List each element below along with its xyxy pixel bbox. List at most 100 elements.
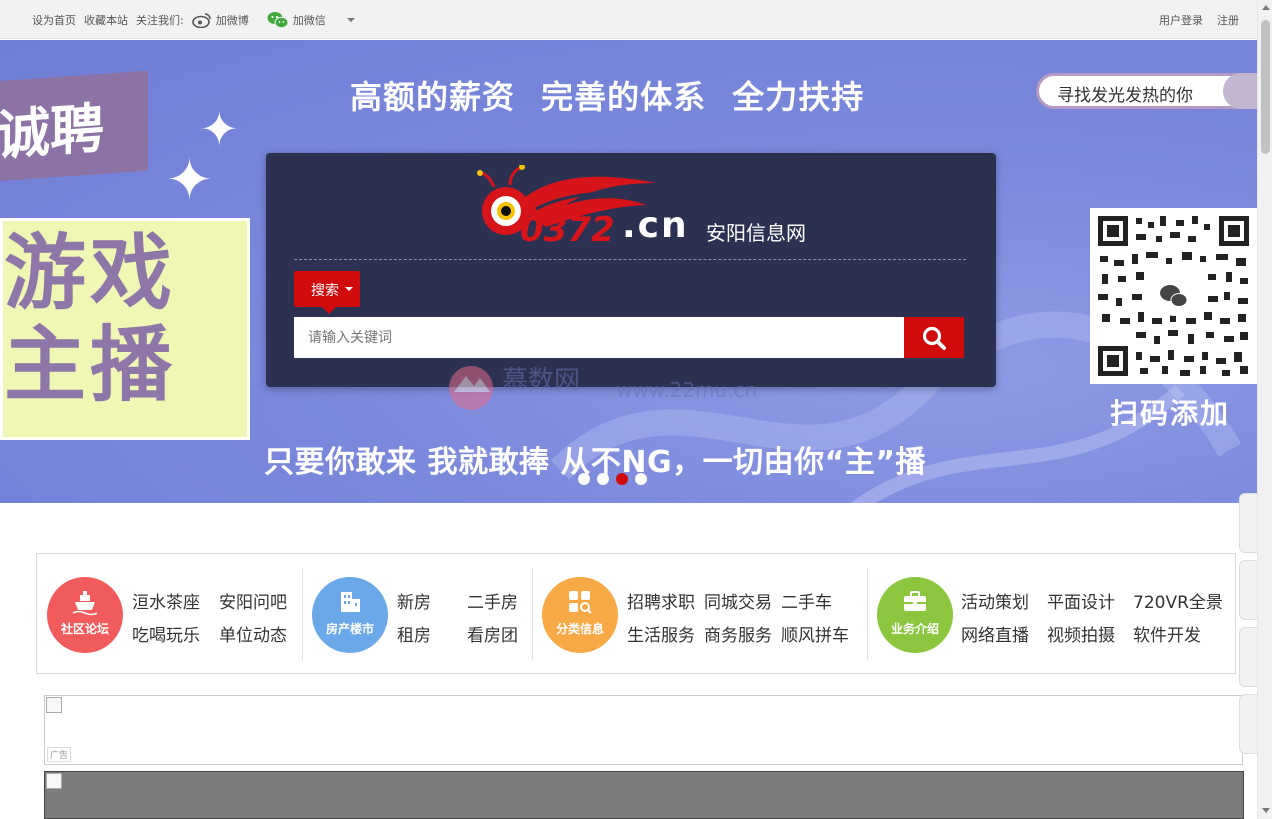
logo-divider (294, 259, 966, 260)
nav-link[interactable]: 二手房 (467, 588, 537, 613)
recruit-title: 诚聘 (0, 70, 148, 182)
business-badge-label: 业务介绍 (890, 622, 939, 636)
search-icon (922, 326, 946, 350)
search-button[interactable] (904, 317, 964, 358)
business-badge[interactable]: 业务介绍 (877, 577, 953, 653)
wechat-icon (267, 12, 289, 29)
ad-banner-dark[interactable] (44, 771, 1244, 819)
broken-image-icon (46, 773, 62, 789)
nav-group-housing: 房产楼市 新房 二手房 租房 看房团 (303, 554, 533, 673)
nav-link[interactable]: 租房 (397, 621, 467, 646)
nav-link[interactable]: 安阳问吧 (219, 588, 299, 613)
category-nav: 社区论坛 洹水茶座 安阳问吧 吃喝玩乐 单位动态 房产楼市 新房 二手房 租房 … (36, 553, 1236, 674)
side-tool-follow[interactable] (1239, 627, 1257, 687)
side-tool-app[interactable] (1239, 560, 1257, 620)
host-word: 主播 (4, 318, 177, 413)
ad-banner[interactable]: 广告 (44, 695, 1243, 765)
caret-down-icon (345, 287, 353, 291)
slogan-top: 高额的薪资 完善的体系 全力扶持 (350, 78, 865, 116)
qr-code (1090, 208, 1257, 384)
set-home-link[interactable]: 设为首页 (32, 12, 76, 28)
housing-badge[interactable]: 房产楼市 (312, 577, 388, 653)
sparkle-icon: ✦ (166, 148, 213, 213)
forum-badge-label: 社区论坛 (60, 622, 109, 636)
top-bar-left: 设为首页 收藏本站 关注我们: 加微博 加微信 (32, 11, 370, 29)
nav-link[interactable]: 新房 (397, 588, 467, 613)
nav-link[interactable]: 招聘求职 (627, 588, 704, 613)
carousel-dot[interactable] (635, 473, 647, 485)
business-links: 活动策划 平面设计 720VR全景 网络直播 视频拍摄 软件开发 (961, 588, 1233, 646)
join-pill: 寻找发光发热的你 (1036, 73, 1257, 109)
carousel-dot[interactable] (578, 473, 590, 485)
join-pill-tail (1223, 73, 1257, 109)
nav-link[interactable]: 软件开发 (1133, 621, 1233, 646)
ad-tag: 广告 (47, 747, 72, 762)
hero-banner[interactable]: 诚聘 游戏 主播 ✦ ✦ 高额的薪资 完善的体系 全力扶持 寻找发光发热的你 扫… (0, 40, 1257, 503)
nav-link[interactable]: 720VR全景 (1133, 588, 1233, 613)
briefcase-icon (904, 591, 926, 611)
nav-link[interactable]: 视频拍摄 (1047, 621, 1133, 646)
nav-link[interactable]: 平面设计 (1047, 588, 1133, 613)
side-tool-customer-service[interactable] (1239, 493, 1257, 553)
nav-group-business: 业务介绍 活动策划 平面设计 720VR全景 网络直播 视频拍摄 软件开发 (868, 554, 1235, 673)
page-scrollbar[interactable] (1257, 0, 1272, 819)
wechat-label: 加微信 (292, 14, 326, 27)
building-icon (341, 592, 360, 612)
join-pill-text: 寻找发光发热的你 (1057, 86, 1193, 106)
nav-link[interactable]: 二手车 (781, 588, 858, 613)
scroll-thumb[interactable] (1261, 20, 1270, 154)
dropdown-notch (322, 307, 336, 314)
forum-badge[interactable]: 社区论坛 (47, 577, 123, 653)
nav-link[interactable]: 商务服务 (704, 621, 781, 646)
qr-code-image (1096, 214, 1251, 378)
top-bar: 设为首页 收藏本站 关注我们: 加微博 加微信 用户登录 注册 (0, 0, 1257, 39)
bookmark-link[interactable]: 收藏本站 (84, 12, 128, 28)
watermark: 慕数网 www.22mu.cn (444, 360, 774, 420)
search-type-dropdown[interactable]: 搜索 (294, 271, 360, 314)
scan-to-add-text: 扫码添加 (1110, 397, 1231, 430)
game-host-text: 游戏 主播 (4, 228, 176, 412)
weibo-link[interactable]: 加微博 (191, 12, 257, 28)
forum-links: 洹水茶座 安阳问吧 吃喝玩乐 单位动态 (132, 588, 299, 646)
login-link[interactable]: 用户登录 (1159, 12, 1203, 28)
page-root: 设为首页 收藏本站 关注我们: 加微博 加微信 用户登录 注册 诚聘 游戏 主播… (0, 0, 1272, 819)
svg-text:0372: 0372 (520, 210, 615, 249)
nav-link[interactable]: 网络直播 (961, 621, 1047, 646)
scroll-down-icon[interactable] (1262, 808, 1270, 813)
weibo-icon (191, 13, 211, 28)
chevron-down-icon[interactable] (346, 17, 356, 23)
nav-link[interactable]: 洹水茶座 (132, 588, 219, 613)
wechat-link[interactable]: 加微信 (267, 11, 360, 29)
scroll-up-icon[interactable] (1262, 5, 1270, 10)
follow-us-label: 关注我们: (136, 14, 184, 27)
classified-links: 招聘求职 同城交易 二手车 生活服务 商务服务 顺风拼车 (627, 588, 858, 646)
housing-links: 新房 二手房 租房 看房团 (397, 588, 537, 646)
carousel-dot[interactable] (597, 473, 609, 485)
site-logo[interactable]: 0372 .cn 安阳信息网 (476, 165, 836, 249)
nav-link[interactable]: 生活服务 (627, 621, 704, 646)
nav-group-forum: 社区论坛 洹水茶座 安阳问吧 吃喝玩乐 单位动态 (37, 554, 303, 673)
nav-group-classified: 分类信息 招聘求职 同城交易 二手车 生活服务 商务服务 顺风拼车 (533, 554, 868, 673)
grid-search-icon (569, 591, 592, 614)
watermark-name: 慕数网 (502, 366, 581, 396)
top-bar-right: 用户登录 注册 (1145, 12, 1239, 28)
side-tool-back-top[interactable] (1239, 694, 1257, 754)
nav-link[interactable]: 吃喝玩乐 (132, 621, 219, 646)
weibo-label: 加微博 (215, 14, 249, 27)
classified-badge[interactable]: 分类信息 (542, 577, 618, 653)
housing-badge-label: 房产楼市 (325, 622, 374, 636)
search-type-label: 搜索 (311, 283, 339, 299)
carousel-dots (578, 473, 654, 485)
broken-image-icon (46, 697, 62, 713)
register-link[interactable]: 注册 (1217, 12, 1239, 28)
watermark-url: www.22mu.cn (616, 378, 758, 402)
search-input[interactable] (294, 317, 904, 358)
recruit-art: 诚聘 游戏 主播 ✦ ✦ (0, 40, 260, 503)
nav-link[interactable]: 活动策划 (961, 588, 1047, 613)
nav-link[interactable]: 同城交易 (704, 588, 781, 613)
watermark-logo-icon (449, 366, 493, 410)
nav-link[interactable]: 看房团 (467, 621, 537, 646)
nav-link[interactable]: 顺风拼车 (781, 621, 858, 646)
nav-link[interactable]: 单位动态 (219, 621, 299, 646)
carousel-dot-active[interactable] (616, 473, 628, 485)
